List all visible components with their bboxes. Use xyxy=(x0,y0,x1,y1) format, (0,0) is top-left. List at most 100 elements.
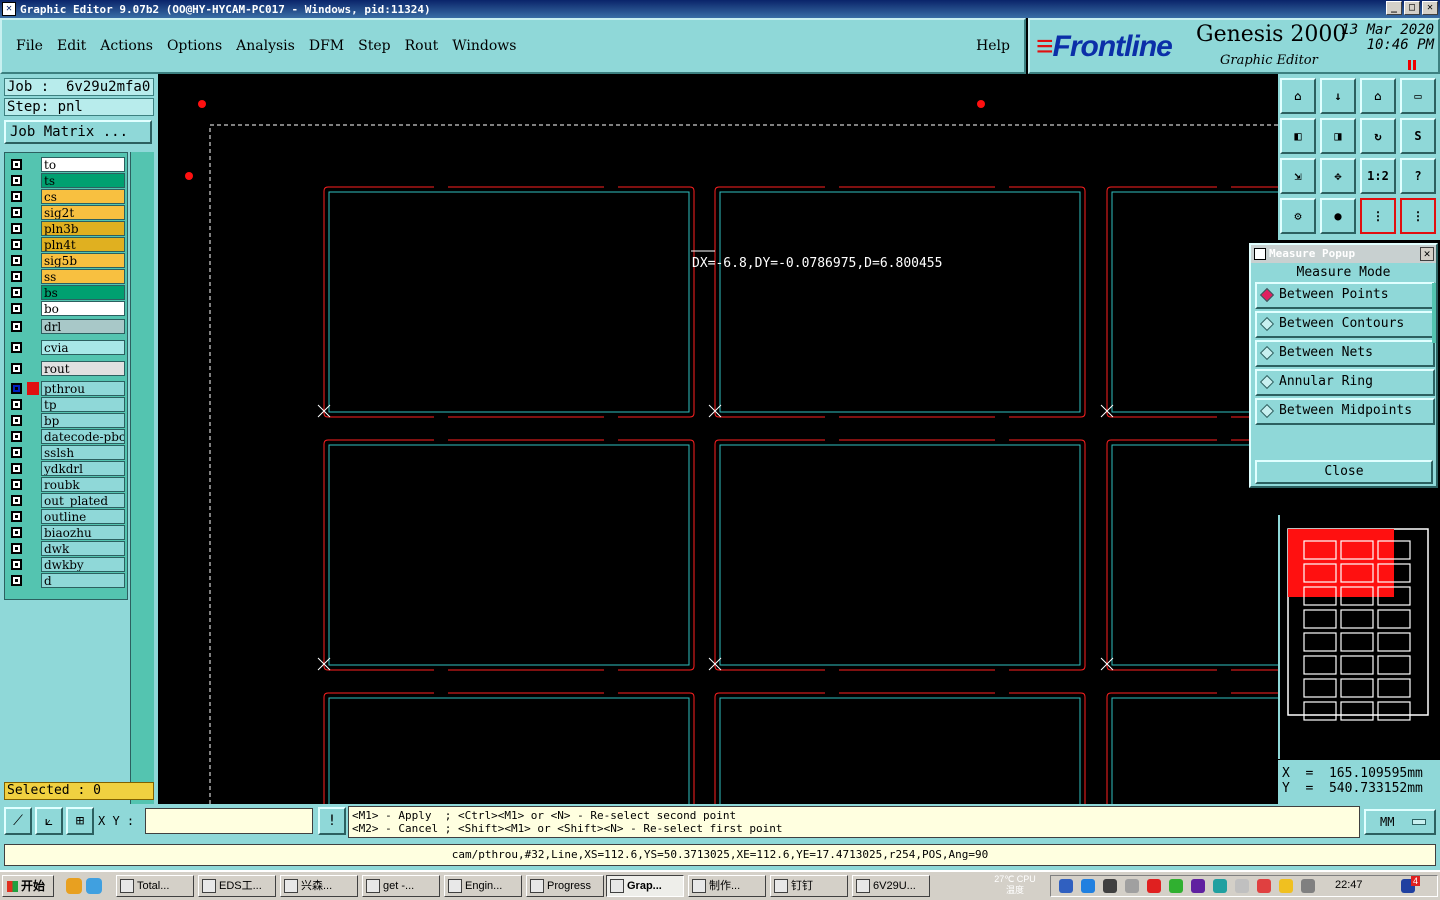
layer-checkbox[interactable] xyxy=(11,383,22,394)
measure-option[interactable]: Annular Ring xyxy=(1255,369,1435,396)
snap-mode-1-button[interactable]: ⟋ xyxy=(4,807,32,835)
layer-checkbox[interactable] xyxy=(11,159,22,170)
layer-row[interactable]: ts xyxy=(7,173,127,188)
graph-tool-button[interactable]: ⋮ xyxy=(1400,198,1436,234)
layer-row[interactable]: drl xyxy=(7,319,127,334)
info-button[interactable]: ! xyxy=(318,807,346,835)
layer-row[interactable]: bo xyxy=(7,301,127,316)
units-select[interactable]: MM xyxy=(1364,809,1436,835)
menu-edit[interactable]: Edit xyxy=(57,38,86,54)
snap-mode-2-button[interactable]: ⟀ xyxy=(35,807,63,835)
menu-dfm[interactable]: DFM xyxy=(309,38,344,54)
layer-checkbox[interactable] xyxy=(11,399,22,410)
popup-scrollbar[interactable] xyxy=(1432,283,1436,343)
tray-icon[interactable] xyxy=(1059,879,1073,893)
snake-tool-button[interactable]: S xyxy=(1400,118,1436,154)
layer-row[interactable]: dwkby xyxy=(7,557,127,572)
layer-checkbox[interactable] xyxy=(11,191,22,202)
taskbar-task[interactable]: 制作... xyxy=(688,875,766,897)
layer-list-scrollbar[interactable] xyxy=(130,152,154,872)
layer-row[interactable]: biaozhu xyxy=(7,525,127,540)
layer-row[interactable]: ydkdrl xyxy=(7,461,127,476)
tray-icon[interactable] xyxy=(1213,879,1227,893)
layer-checkbox[interactable] xyxy=(11,447,22,458)
fit-tool-button[interactable]: ⇲ xyxy=(1280,158,1316,194)
flip-tool-button[interactable]: ↻ xyxy=(1360,118,1396,154)
layer-checkbox[interactable] xyxy=(11,342,22,353)
taskbar-task[interactable]: Progress xyxy=(526,875,604,897)
layer-checkbox[interactable] xyxy=(11,559,22,570)
window-tool-button[interactable]: ▭ xyxy=(1400,78,1436,114)
start-button[interactable]: 开始 xyxy=(2,875,54,897)
menu-windows[interactable]: Windows xyxy=(452,38,516,54)
taskbar-task[interactable]: get -... xyxy=(362,875,440,897)
measure-option[interactable]: Between Midpoints xyxy=(1255,398,1435,425)
layer-row[interactable]: dwk xyxy=(7,541,127,556)
layer-row[interactable]: datecode-pbc xyxy=(7,429,127,444)
layer-checkbox[interactable] xyxy=(11,303,22,314)
xy-input[interactable] xyxy=(145,808,313,834)
taskbar-task[interactable]: EDS工... xyxy=(198,875,276,897)
layer-row[interactable]: cvia xyxy=(7,340,127,355)
snap-grid-button[interactable]: ⊞ xyxy=(66,807,94,835)
snap-tool-button[interactable]: ● xyxy=(1320,198,1356,234)
layer-checkbox[interactable] xyxy=(11,175,22,186)
tray-icon[interactable] xyxy=(1301,879,1315,893)
layer-checkbox[interactable] xyxy=(11,255,22,266)
layer-checkbox[interactable] xyxy=(11,431,22,442)
pan-left-tool-button[interactable]: ◧ xyxy=(1280,118,1316,154)
quicklaunch-icon[interactable] xyxy=(66,878,82,894)
measure-option[interactable]: Between Contours xyxy=(1255,311,1435,338)
menu-options[interactable]: Options xyxy=(167,38,222,54)
job-matrix-button[interactable]: Job Matrix ... xyxy=(4,120,152,144)
menu-actions[interactable]: Actions xyxy=(100,38,153,54)
layer-row[interactable]: bs xyxy=(7,285,127,300)
layer-checkbox[interactable] xyxy=(11,527,22,538)
scale-tool-button[interactable]: 1:2 xyxy=(1360,158,1396,194)
layer-row[interactable]: to xyxy=(7,157,127,172)
layer-checkbox[interactable] xyxy=(11,543,22,554)
layer-row[interactable]: rout xyxy=(7,361,127,376)
taskbar-task[interactable]: 6V29U... xyxy=(852,875,930,897)
tray-icon[interactable] xyxy=(1191,879,1205,893)
layer-row[interactable]: ss xyxy=(7,269,127,284)
layer-checkbox[interactable] xyxy=(11,223,22,234)
zoom-down-tool-button[interactable]: ↓ xyxy=(1320,78,1356,114)
menu-file[interactable]: File xyxy=(16,38,43,54)
layer-row[interactable]: sig5b xyxy=(7,253,127,268)
layer-row[interactable]: sig2t xyxy=(7,205,127,220)
tray-icon[interactable] xyxy=(1279,879,1293,893)
layer-row[interactable]: out_plated xyxy=(7,493,127,508)
layer-checkbox[interactable] xyxy=(11,321,22,332)
layer-checkbox[interactable] xyxy=(11,495,22,506)
graphic-canvas[interactable]: DX=-6.8,DY=-0.0786975,D=6.800455 xyxy=(158,74,1278,804)
layer-row[interactable]: outline xyxy=(7,509,127,524)
layer-checkbox[interactable] xyxy=(11,575,22,586)
menu-rout[interactable]: Rout xyxy=(405,38,439,54)
layer-checkbox[interactable] xyxy=(11,207,22,218)
layer-checkbox[interactable] xyxy=(11,239,22,250)
zoom-home-tool-button[interactable]: ⌂ xyxy=(1280,78,1316,114)
maximize-button[interactable]: □ xyxy=(1404,1,1420,15)
layer-checkbox[interactable] xyxy=(11,511,22,522)
pan-right-tool-button[interactable]: ◨ xyxy=(1320,118,1356,154)
layer-row[interactable]: cs xyxy=(7,189,127,204)
taskbar-task[interactable]: Grap... xyxy=(606,875,684,897)
layer-row[interactable]: pln3b xyxy=(7,221,127,236)
quicklaunch-icon[interactable] xyxy=(86,878,102,894)
taskbar-task[interactable]: Total... xyxy=(116,875,194,897)
query-tool-button[interactable]: ? xyxy=(1400,158,1436,194)
layer-checkbox[interactable] xyxy=(11,363,22,374)
layer-checkbox[interactable] xyxy=(11,463,22,474)
layer-row[interactable]: pln4t xyxy=(7,237,127,252)
layers-tool-button[interactable]: ⋮ xyxy=(1360,198,1396,234)
popup-close-icon[interactable]: ✕ xyxy=(1420,247,1434,261)
layer-checkbox[interactable] xyxy=(11,287,22,298)
layer-row[interactable]: pthrou xyxy=(7,381,127,396)
minimize-button[interactable]: _ xyxy=(1386,1,1402,15)
layer-row[interactable]: roubk xyxy=(7,477,127,492)
tray-icon[interactable] xyxy=(1169,879,1183,893)
tray-icon[interactable] xyxy=(1081,879,1095,893)
layer-row[interactable]: sslsh xyxy=(7,445,127,460)
popup-close-button[interactable]: Close xyxy=(1255,460,1433,484)
